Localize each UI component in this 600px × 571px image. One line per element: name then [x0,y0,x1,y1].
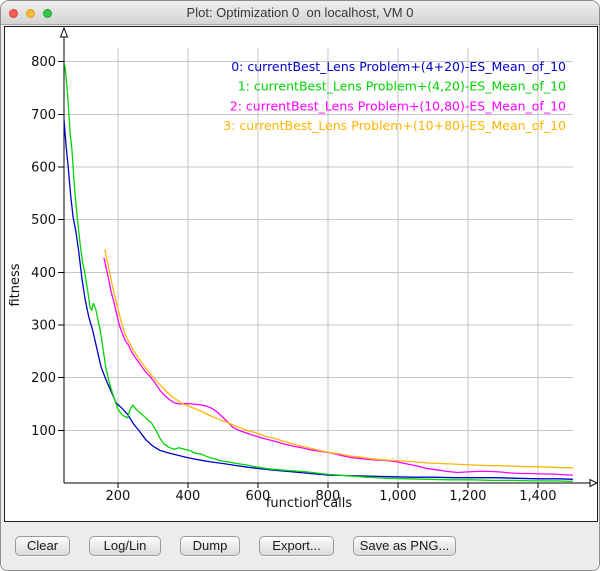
x-tick-label: 1,400 [519,489,556,504]
button-bar: Clear Log/Lin Dump Export... Save as PNG… [1,522,599,571]
y-tick-label: 800 [31,55,56,70]
legend-item: 2: currentBest_Lens Problem+(10,80)-ES_M… [230,98,566,113]
y-tick-label: 200 [31,371,56,386]
clear-button[interactable]: Clear [15,536,70,556]
x-axis-arrow-icon [590,480,597,487]
x-tick-label: 1,000 [379,489,416,504]
legend-item: 3: currentBest_Lens Problem+(10+80)-ES_M… [223,118,566,133]
x-tick-label: 1,200 [449,489,486,504]
y-tick-label: 600 [31,161,56,176]
y-tick-label: 400 [31,266,56,281]
y-tick-label: 100 [31,424,56,439]
export-button[interactable]: Export... [259,536,334,556]
series-line [104,258,573,476]
series-line [105,249,573,468]
plot-window: Plot: Optimization 0 on localhost, VM 0 … [0,0,600,571]
window-title: Plot: Optimization 0 on localhost, VM 0 [1,1,599,25]
dump-button[interactable]: Dump [180,536,240,556]
save-as-png-button[interactable]: Save as PNG... [353,536,456,556]
y-tick-label: 300 [31,319,56,334]
y-axis-label: fitness [8,263,23,306]
y-axis-arrow-icon [61,28,68,37]
title-bar[interactable]: Plot: Optimization 0 on localhost, VM 0 [1,1,599,25]
fitness-chart: 1002003004005006007008002004006008001,00… [5,27,597,521]
legend-item: 1: currentBest_Lens Problem+(4,20)-ES_Me… [238,79,566,94]
x-tick-label: 200 [105,489,130,504]
x-tick-label: 400 [175,489,200,504]
plot-panel[interactable]: 1002003004005006007008002004006008001,00… [4,26,598,522]
x-axis-label: function calls [266,496,353,511]
log-lin-button[interactable]: Log/Lin [89,536,161,556]
legend-item: 0: currentBest_Lens Problem+(4+20)-ES_Me… [231,59,566,74]
y-tick-label: 500 [31,213,56,228]
series-line [64,120,573,480]
y-tick-label: 700 [31,108,56,123]
